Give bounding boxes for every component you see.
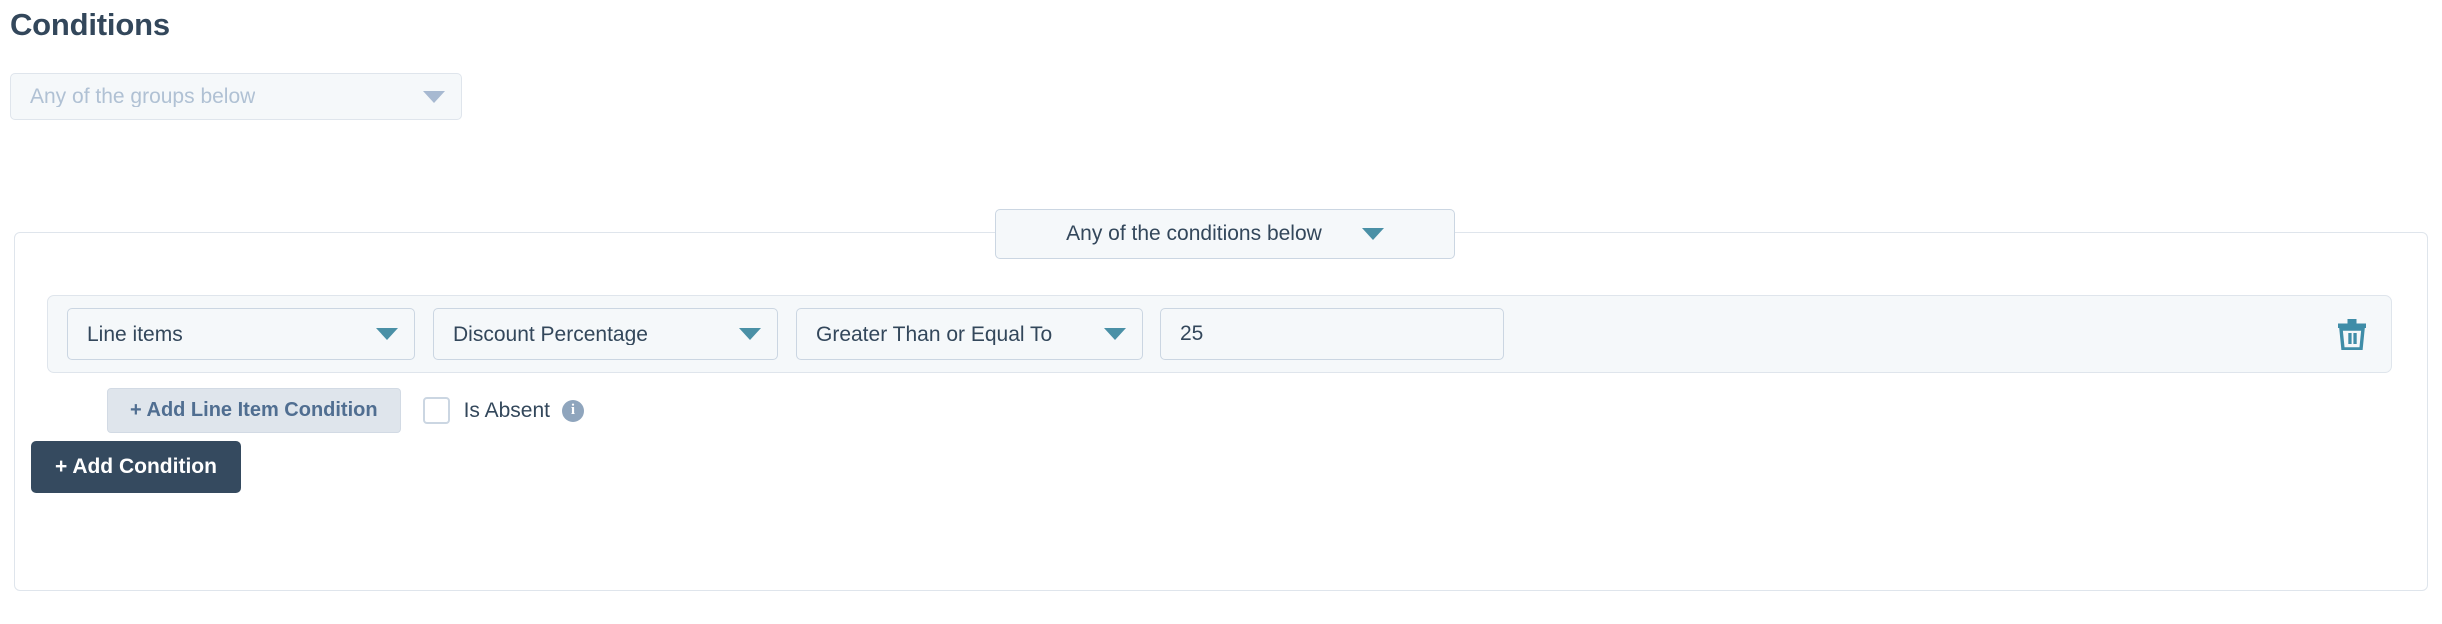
chevron-down-icon bbox=[1361, 228, 1384, 240]
condition-group: Line items Discount Percentage Greater T… bbox=[47, 295, 2392, 373]
condition-property-select[interactable]: Discount Percentage bbox=[433, 308, 778, 360]
condition-operator-value: Greater Than or Equal To bbox=[816, 323, 1053, 345]
trash-icon bbox=[2338, 319, 2366, 350]
conditions-container: Line items Discount Percentage Greater T… bbox=[14, 232, 2428, 591]
chevron-down-icon bbox=[1104, 328, 1126, 340]
add-condition-button[interactable]: + Add Condition bbox=[31, 441, 241, 493]
delete-condition-button[interactable] bbox=[2332, 314, 2372, 354]
condition-object-value: Line items bbox=[87, 323, 183, 345]
condition-property-value: Discount Percentage bbox=[453, 323, 648, 345]
chevron-down-icon bbox=[376, 328, 398, 340]
page-title: Conditions bbox=[10, 7, 170, 42]
condition-object-select[interactable]: Line items bbox=[67, 308, 415, 360]
chevron-down-icon bbox=[739, 328, 761, 340]
condition-operator-select[interactable]: Greater Than or Equal To bbox=[796, 308, 1143, 360]
is-absent-checkbox[interactable] bbox=[422, 397, 450, 424]
condition-logic-selector[interactable]: Any of the conditions below bbox=[995, 209, 1455, 259]
add-line-item-condition-button[interactable]: + Add Line Item Condition bbox=[107, 388, 401, 433]
is-absent-label: Is Absent bbox=[463, 398, 550, 422]
condition-logic-selector-value: Any of the conditions below bbox=[1066, 222, 1322, 245]
group-logic-selector-value: Any of the groups below bbox=[30, 86, 256, 107]
sub-action-row: + Add Line Item Condition Is Absent i bbox=[107, 388, 584, 433]
condition-value-input[interactable] bbox=[1160, 308, 1504, 360]
chevron-down-icon bbox=[423, 90, 445, 103]
group-logic-selector[interactable]: Any of the groups below bbox=[10, 73, 462, 120]
is-absent-group: Is Absent i bbox=[422, 397, 584, 424]
info-icon[interactable]: i bbox=[561, 399, 584, 422]
